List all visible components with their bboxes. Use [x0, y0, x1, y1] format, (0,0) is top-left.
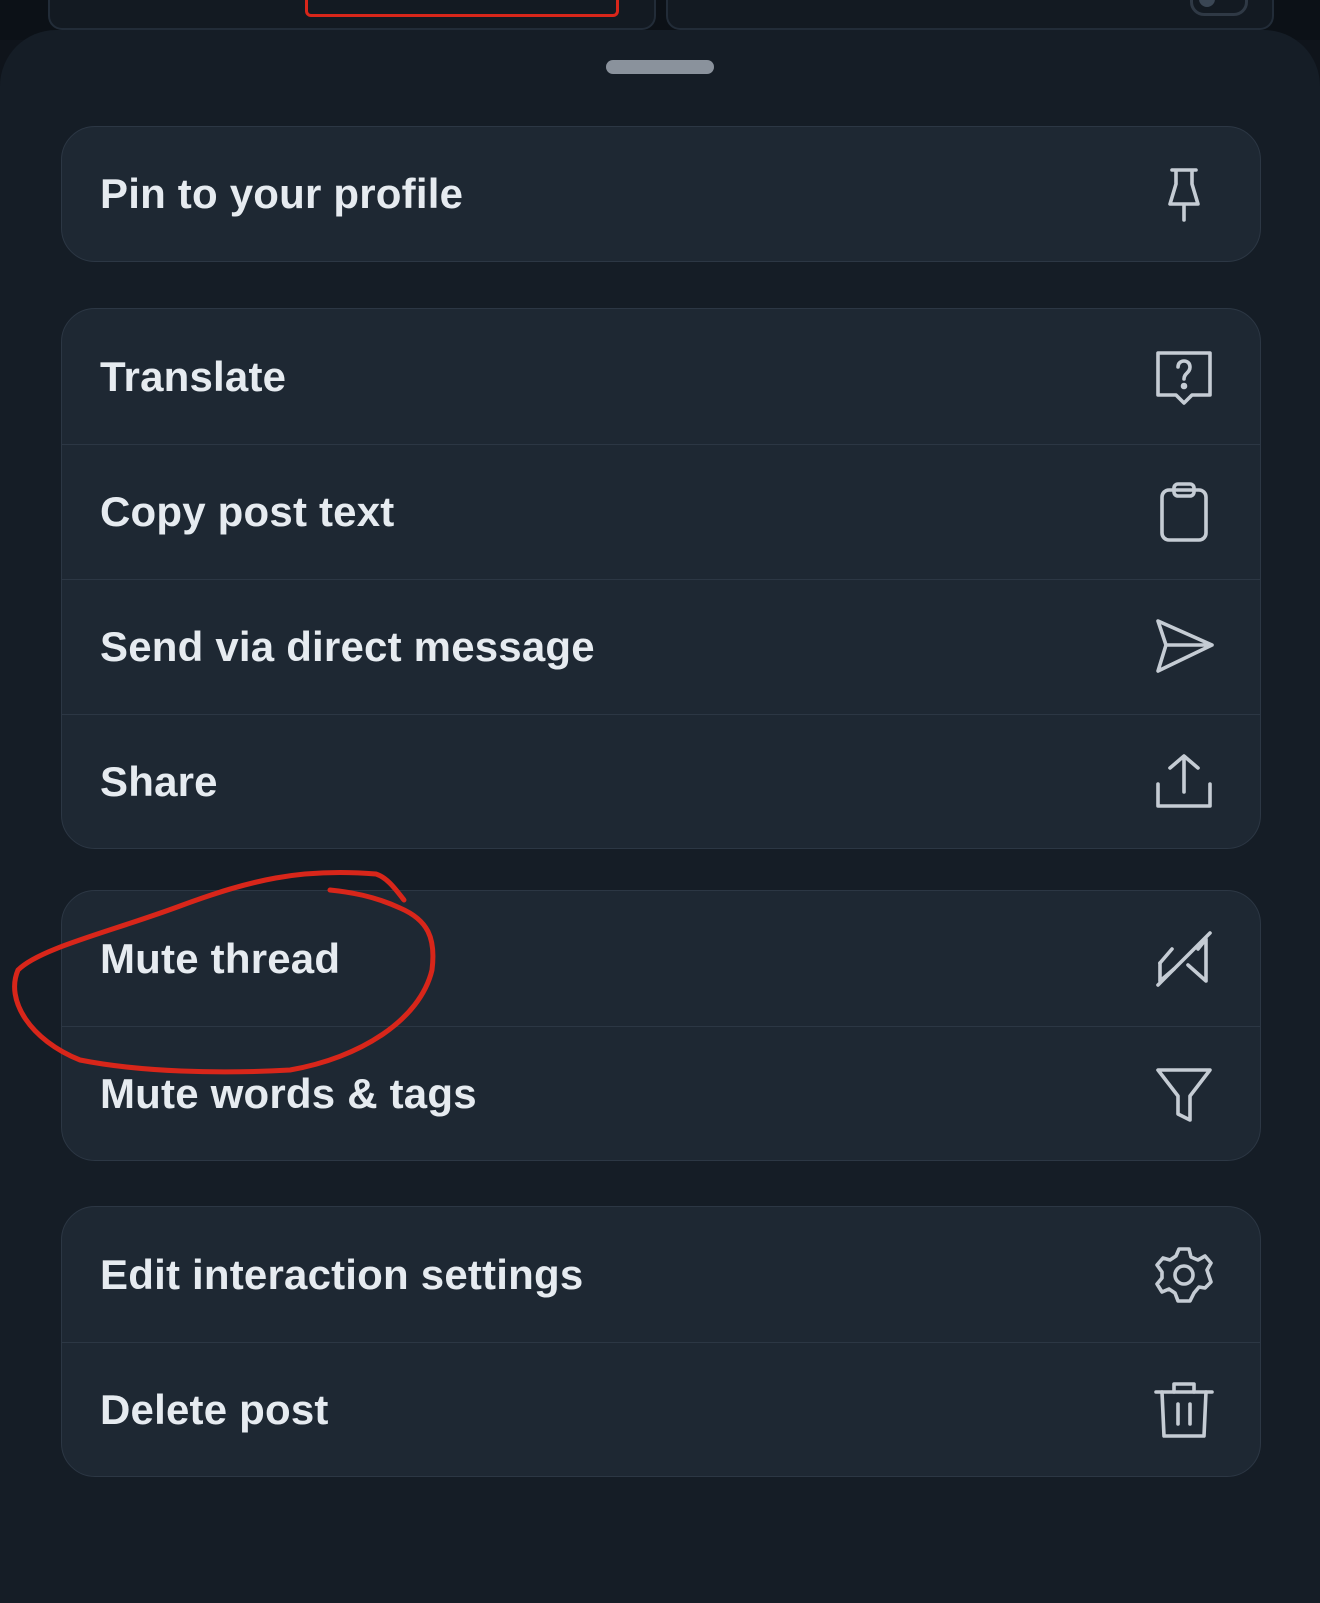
- menu-item-label: Send via direct message: [100, 623, 595, 670]
- gear-icon: [1152, 1243, 1216, 1307]
- background-card: [666, 0, 1274, 30]
- mute-icon: [1152, 927, 1216, 991]
- send-icon: [1152, 615, 1216, 679]
- menu-item-label: Mute words & tags: [100, 1069, 477, 1117]
- menu-item-label: Delete post: [100, 1385, 329, 1433]
- menu-item-label: Edit interaction settings: [100, 1250, 584, 1298]
- menu-item-label: Copy post text: [100, 488, 395, 535]
- drag-handle[interactable]: [606, 60, 714, 74]
- share-icon: [1152, 750, 1216, 814]
- pin-icon: [1152, 162, 1216, 226]
- menu-item-label: Translate: [100, 352, 287, 400]
- menu-item-label: Mute thread: [100, 934, 341, 982]
- menu-group-pin: Pin to your profile: [61, 126, 1261, 262]
- copy-post-text-item[interactable]: Copy post text: [62, 444, 1260, 579]
- menu-group-mute: Mute thread Mute words & tags: [61, 890, 1261, 1161]
- mute-words-tags-item[interactable]: Mute words & tags: [62, 1026, 1260, 1160]
- edit-interaction-settings-item[interactable]: Edit interaction settings: [62, 1207, 1260, 1342]
- pin-to-profile-item[interactable]: Pin to your profile: [62, 127, 1260, 261]
- translate-item[interactable]: Translate: [62, 309, 1260, 444]
- delete-post-item[interactable]: Delete post: [62, 1342, 1260, 1476]
- clipboard-icon: [1152, 480, 1216, 544]
- send-via-dm-item[interactable]: Send via direct message: [62, 579, 1260, 714]
- menu-group-owner: Edit interaction settings Delete post: [61, 1206, 1261, 1477]
- translate-icon: [1152, 345, 1216, 409]
- share-item[interactable]: Share: [62, 714, 1260, 848]
- trash-icon: [1152, 1378, 1216, 1442]
- menu-item-label: Share: [100, 757, 218, 805]
- mute-thread-item[interactable]: Mute thread: [62, 891, 1260, 1026]
- bottom-sheet: Pin to your profile Translate Copy post …: [0, 30, 1320, 1603]
- filter-icon: [1152, 1062, 1216, 1126]
- background-toggle: [1190, 0, 1248, 16]
- menu-item-label: Pin to your profile: [100, 170, 464, 217]
- background-annotation: [305, 0, 619, 17]
- menu-group-post: Translate Copy post text Send via direct…: [61, 308, 1261, 849]
